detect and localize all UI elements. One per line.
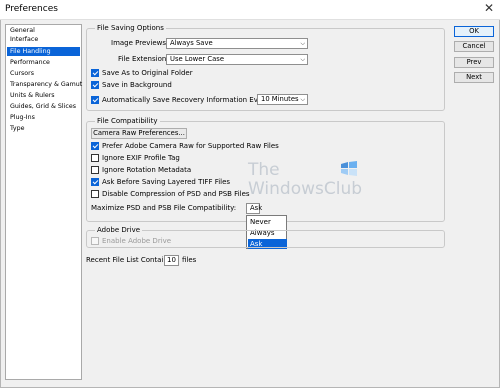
recent-files-input[interactable]: 10 [164,255,179,266]
adobe-drive-title: Adobe Drive [95,226,143,235]
dropdown-option-never[interactable]: Never [248,217,287,227]
ignore-exif-label: Ignore EXIF Profile Tag [102,154,180,162]
enable-adobe-drive-label: Enable Adobe Drive [102,237,172,245]
file-compatibility-title: File Compatibility [95,117,160,126]
chevron-down-icon: ⌵ [300,96,305,103]
sidebar-item-cursors[interactable]: Cursors [7,69,80,78]
image-previews-value: Always Save [170,39,213,47]
camera-raw-preferences-button[interactable]: Camera Raw Preferences... [91,128,187,139]
prefer-camera-raw-label: Prefer Adobe Camera Raw for Supported Ra… [102,142,279,150]
file-saving-options-title: File Saving Options [95,24,166,33]
chevron-down-icon: ⌵ [300,56,305,63]
watermark: The WindowsClub [248,158,368,208]
checkbox[interactable] [91,69,99,77]
sidebar-item-interface[interactable]: Interface [7,35,80,44]
sidebar-item-general[interactable]: General [7,26,80,35]
disable-compression-label: Disable Compression of PSD and PSB Files [102,190,250,198]
sidebar-item-plug-ins[interactable]: Plug-Ins [7,113,80,122]
checkbox[interactable] [91,154,99,162]
cancel-button[interactable]: Cancel [454,41,494,52]
ignore-rotation-label: Ignore Rotation Metadata [102,166,192,174]
auto-save-recovery-label: Automatically Save Recovery Information … [102,96,272,104]
watermark-line-1: The [248,160,280,180]
sidebar-item-guides-grid-slices[interactable]: Guides, Grid & Slices [7,102,80,111]
prev-button[interactable]: Prev [454,57,494,68]
sidebar-item-transparency-gamut[interactable]: Transparency & Gamut [7,80,82,89]
title-bar: Preferences ✕ [0,0,500,20]
next-button[interactable]: Next [454,72,494,83]
sidebar-item-file-handling[interactable]: File Handling [7,47,80,56]
file-extension-value: Use Lower Case [170,55,225,63]
ask-before-tiff-label: Ask Before Saving Layered TIFF Files [102,178,231,186]
sidebar-item-units-rulers[interactable]: Units & Rulers [7,91,80,100]
checkbox[interactable] [91,178,99,186]
save-in-background-label: Save in Background [102,81,172,89]
preferences-sidebar: General Interface File Handling Performa… [5,24,82,380]
image-previews-label: Image Previews: [111,39,169,47]
window-title: Preferences [5,4,58,14]
checkbox[interactable] [91,96,99,104]
sidebar-item-type[interactable]: Type [7,124,80,133]
recent-files-suffix: files [182,256,197,264]
watermark-logo-icon [341,161,357,176]
file-extension-select[interactable]: Use Lower Case ⌵ [166,54,308,65]
watermark-line-2: WindowsClub [248,179,363,199]
maximize-compat-label: Maximize PSD and PSB File Compatibility: [91,204,237,212]
recent-files-label: Recent File List Contains: [86,256,174,264]
checkbox [91,237,99,245]
checkbox[interactable] [91,190,99,198]
chevron-down-icon: ⌵ [300,40,305,47]
file-extension-label: File Extension: [118,55,169,63]
save-as-original-folder-label: Save As to Original Folder [102,69,193,77]
image-previews-select[interactable]: Always Save ⌵ [166,38,308,49]
checkbox[interactable] [91,81,99,89]
recovery-interval-select[interactable]: 10 Minutes ⌵ [257,94,308,105]
ok-button[interactable]: OK [454,26,494,37]
checkbox[interactable] [91,142,99,150]
sidebar-item-performance[interactable]: Performance [7,58,80,67]
recovery-interval-value: 10 Minutes [261,95,299,103]
close-icon[interactable]: ✕ [484,1,494,15]
checkbox[interactable] [91,166,99,174]
